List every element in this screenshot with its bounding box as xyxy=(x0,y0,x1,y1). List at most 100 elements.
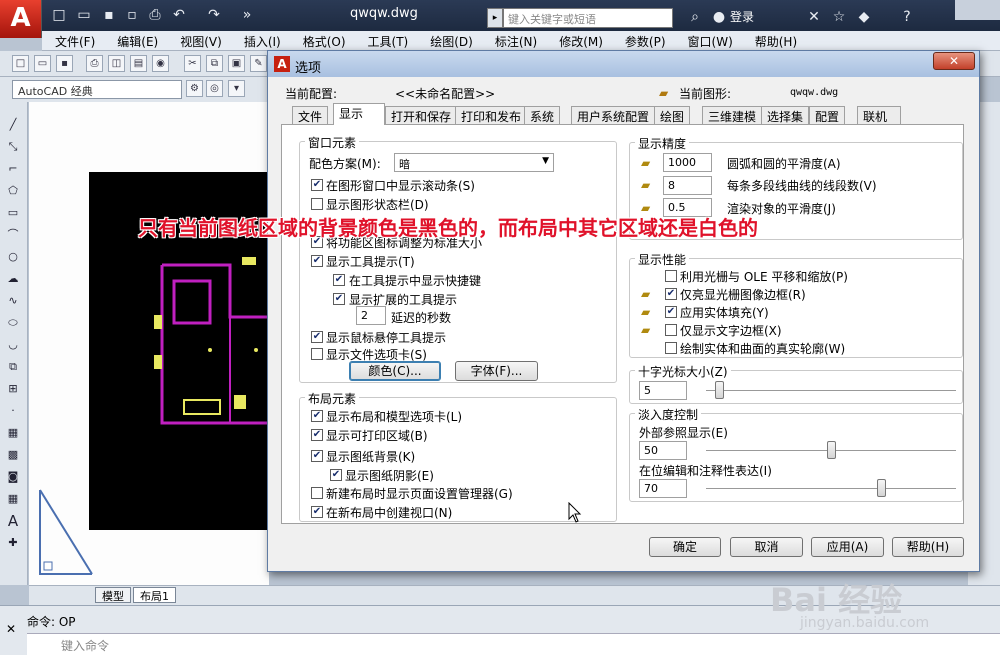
print-icon[interactable]: ⎙ xyxy=(146,6,164,24)
menu-file[interactable]: 文件(F) xyxy=(42,31,104,50)
more-icon[interactable]: » xyxy=(238,6,256,24)
workspace-combo[interactable]: AutoCAD 经典 xyxy=(12,80,182,99)
point-icon[interactable]: · xyxy=(5,404,21,418)
help-icon[interactable]: ? xyxy=(898,8,916,26)
ellipse-arc-icon[interactable]: ◡ xyxy=(5,338,21,352)
qnew-icon[interactable]: □ xyxy=(12,55,29,72)
ellipse-icon[interactable]: ⬭ xyxy=(5,316,21,330)
new-icon[interactable]: □ xyxy=(50,6,68,24)
search-expand-icon[interactable]: ▸ xyxy=(487,8,503,28)
inplace-slider-thumb[interactable] xyxy=(877,479,886,497)
cancel-button[interactable]: 取消 xyxy=(730,537,803,557)
checkbox-true-silhouettes[interactable] xyxy=(665,342,677,354)
menu-dimension[interactable]: 标注(N) xyxy=(482,31,546,50)
menu-view[interactable]: 视图(V) xyxy=(167,31,231,50)
tab-drafting[interactable]: 绘图 xyxy=(654,106,691,124)
checkbox-text-frame[interactable] xyxy=(665,324,677,336)
dialog-close-button[interactable]: ✕ xyxy=(933,52,975,70)
tab-display[interactable]: 显示 xyxy=(333,103,385,125)
apply-button[interactable]: 应用(A) xyxy=(811,537,884,557)
tab-model[interactable]: 模型 xyxy=(95,587,131,603)
workspace-more-icon[interactable]: ▾ xyxy=(228,80,245,97)
window-controls[interactable] xyxy=(955,0,1000,20)
workspace-settings-icon[interactable]: ⚙ xyxy=(186,80,203,97)
tab-layout1[interactable]: 布局1 xyxy=(133,587,176,603)
spline-icon[interactable]: ∿ xyxy=(5,294,21,308)
app-store-icon[interactable]: ◆ xyxy=(855,8,873,26)
redo-icon[interactable]: ↷ xyxy=(205,6,223,24)
star-icon[interactable]: ☆ xyxy=(830,8,848,26)
delay-seconds-input[interactable]: 2 xyxy=(356,306,386,325)
menu-edit[interactable]: 编辑(E) xyxy=(104,31,167,50)
checkbox-shortcut-keys[interactable]: ✔ xyxy=(333,274,345,286)
binoculars-icon[interactable]: ⌕ xyxy=(686,8,704,26)
make-block-icon[interactable]: ⊞ xyxy=(5,382,21,396)
tab-user-preferences[interactable]: 用户系统配置 xyxy=(571,106,656,124)
polygon-icon[interactable]: ⬠ xyxy=(5,184,21,198)
checkbox-rollover-tooltips[interactable]: ✔ xyxy=(311,331,323,343)
tab-online[interactable]: 联机 xyxy=(857,106,901,124)
table-icon[interactable]: ▦ xyxy=(5,492,21,506)
tab-selection[interactable]: 选择集 xyxy=(761,106,810,124)
help-button[interactable]: 帮助(H) xyxy=(892,537,964,557)
checkbox-layout-model-tabs[interactable]: ✔ xyxy=(311,410,323,422)
3d-dwf-icon[interactable]: ◉ xyxy=(152,55,169,72)
checkbox-raster-ole[interactable] xyxy=(665,270,677,282)
mtext-icon[interactable]: A xyxy=(5,514,21,529)
tab-profiles[interactable]: 配置 xyxy=(809,106,846,124)
login-link[interactable]: 登录 xyxy=(730,8,754,25)
revcloud-icon[interactable]: ☁ xyxy=(5,272,21,286)
checkbox-paper-shadow[interactable]: ✔ xyxy=(330,469,342,481)
gradient-icon[interactable]: ▩ xyxy=(5,448,21,462)
plot-icon[interactable]: ⎙ xyxy=(86,55,103,72)
saveas-icon[interactable]: ▫ xyxy=(123,6,141,24)
exchange-icon[interactable]: ✕ xyxy=(805,8,823,26)
tab-plot-publish[interactable]: 打印和发布 xyxy=(455,106,528,124)
qopen-icon[interactable]: ▭ xyxy=(34,55,51,72)
crosshair-size-input[interactable]: 5 xyxy=(639,381,687,400)
arc-icon[interactable]: ⌒ xyxy=(5,228,21,242)
autocad-logo-button[interactable]: A xyxy=(0,0,42,38)
menu-window[interactable]: 窗口(W) xyxy=(675,31,742,50)
crosshair-slider-thumb[interactable] xyxy=(714,381,724,399)
menu-modify[interactable]: 修改(M) xyxy=(546,31,612,50)
xline-icon[interactable]: ⤡ xyxy=(5,140,21,154)
add-selected-icon[interactable]: ✚ xyxy=(5,536,21,550)
checkbox-printable-area[interactable]: ✔ xyxy=(311,429,323,441)
line-icon[interactable]: ╱ xyxy=(5,118,21,132)
tab-3d-modeling[interactable]: 三维建模 xyxy=(702,106,763,124)
ok-button[interactable]: 确定 xyxy=(649,537,721,557)
circle-icon[interactable]: ○ xyxy=(5,250,21,264)
checkbox-solid-fill[interactable]: ✔ xyxy=(665,306,677,318)
command-close-icon[interactable]: ✕ xyxy=(6,622,16,636)
color-scheme-select[interactable]: 暗 ▼ xyxy=(394,153,554,172)
preview-icon[interactable]: ◫ xyxy=(108,55,125,72)
checkbox-paper-background[interactable]: ✔ xyxy=(311,450,323,462)
checkbox-page-setup-manager[interactable] xyxy=(311,487,323,499)
region-icon[interactable]: ◙ xyxy=(5,470,21,484)
xref-fade-input[interactable]: 50 xyxy=(639,441,687,460)
menu-insert[interactable]: 插入(I) xyxy=(231,31,290,50)
tab-system[interactable]: 系统 xyxy=(524,106,561,124)
match-icon[interactable]: ✎ xyxy=(250,55,267,72)
arc-smoothness-input[interactable]: 1000 xyxy=(663,153,712,172)
menu-format[interactable]: 格式(O) xyxy=(290,31,355,50)
colors-button[interactable]: 颜色(C)... xyxy=(349,361,441,381)
menu-parametric[interactable]: 参数(P) xyxy=(612,31,675,50)
search-input[interactable]: 键入关键字或短语 xyxy=(503,8,673,28)
insert-block-icon[interactable]: ⧉ xyxy=(5,360,21,374)
checkbox-raster-frame[interactable]: ✔ xyxy=(665,288,677,300)
tab-files[interactable]: 文件 xyxy=(292,106,329,124)
menu-draw[interactable]: 绘图(D) xyxy=(417,31,482,50)
xref-slider-thumb[interactable] xyxy=(827,441,836,459)
hatch-icon[interactable]: ▦ xyxy=(5,426,21,440)
cut-icon[interactable]: ✂ xyxy=(184,55,201,72)
checkbox-file-tabs[interactable] xyxy=(311,348,323,360)
checkbox-scrollbars[interactable]: ✔ xyxy=(311,179,323,191)
copy-icon[interactable]: ⧉ xyxy=(206,55,223,72)
tab-open-save[interactable]: 打开和保存 xyxy=(385,106,458,124)
command-input[interactable]: 键入命令 xyxy=(27,633,1000,655)
undo-icon[interactable]: ↶ xyxy=(170,6,188,24)
checkbox-extended-tooltips[interactable]: ✔ xyxy=(333,293,345,305)
checkbox-status-bar[interactable] xyxy=(311,198,323,210)
